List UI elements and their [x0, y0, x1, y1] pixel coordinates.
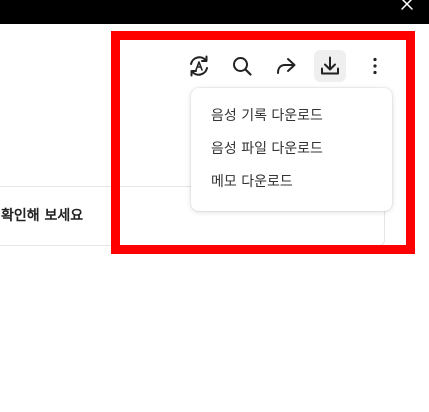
- menu-item-download-transcript[interactable]: 음성 기록 다운로드: [191, 101, 392, 131]
- download-button[interactable]: [314, 50, 346, 82]
- download-menu: 음성 기록 다운로드 음성 파일 다운로드 메모 다운로드: [191, 88, 392, 211]
- more-vertical-icon: [373, 57, 377, 75]
- translate-button[interactable]: [183, 50, 215, 82]
- share-button[interactable]: [270, 50, 302, 82]
- download-icon: [321, 56, 339, 75]
- more-options-button[interactable]: [359, 50, 391, 82]
- share-icon: [277, 58, 296, 74]
- menu-item-download-audio[interactable]: 음성 파일 다운로드: [191, 134, 392, 164]
- search-button[interactable]: [226, 50, 258, 82]
- close-button[interactable]: [399, 0, 415, 12]
- close-icon: [401, 0, 413, 10]
- menu-item-download-memo[interactable]: 메모 다운로드: [191, 167, 392, 197]
- search-icon: [233, 57, 252, 76]
- card-text: 확인해 보세요: [1, 208, 84, 224]
- window-top-bar: [0, 0, 429, 24]
- translate-icon: [190, 55, 208, 77]
